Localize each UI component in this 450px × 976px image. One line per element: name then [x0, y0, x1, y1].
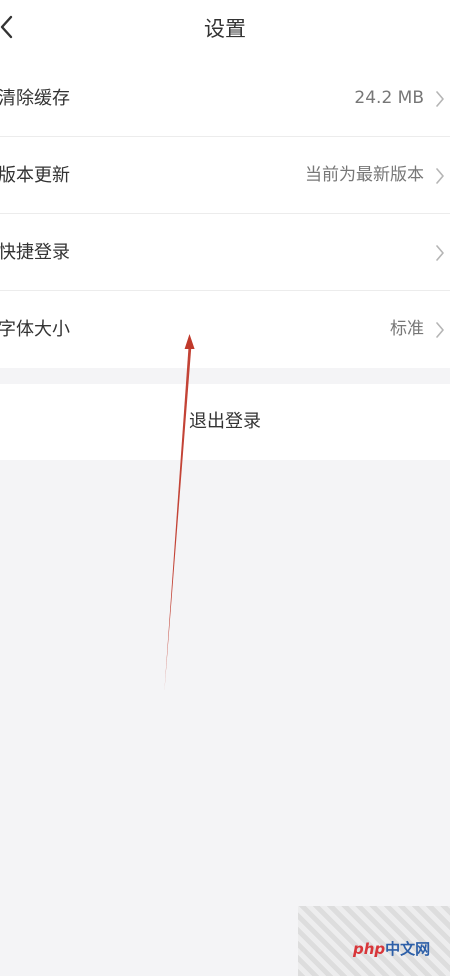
section-gap [0, 368, 450, 384]
font-size-row[interactable]: 字体大小 标准 [0, 291, 450, 368]
clear-cache-row[interactable]: 清除缓存 24.2 MB [0, 60, 450, 137]
chevron-right-icon [436, 245, 444, 261]
watermark-logo: php中文网 [353, 938, 430, 959]
top-bar: 设置 [0, 0, 450, 60]
logout-label: 退出登录 [189, 411, 261, 432]
version-update-row[interactable]: 版本更新 当前为最新版本 [0, 137, 450, 214]
row-label: 快捷登录 [0, 242, 70, 263]
quick-login-row[interactable]: 快捷登录 [0, 214, 450, 291]
version-status-value: 当前为最新版本 [305, 165, 424, 185]
chevron-right-icon [436, 322, 444, 338]
chevron-right-icon [436, 91, 444, 107]
chevron-right-icon [436, 168, 444, 184]
logout-button[interactable]: 退出登录 [0, 384, 450, 460]
page-title: 设置 [204, 17, 246, 41]
row-label: 版本更新 [0, 165, 70, 186]
row-label: 字体大小 [0, 319, 70, 340]
watermark-brand: php [353, 940, 386, 958]
cache-size-value: 24.2 MB [354, 88, 424, 108]
font-size-value: 标准 [390, 319, 424, 339]
row-label: 清除缓存 [0, 88, 70, 109]
settings-list: 清除缓存 24.2 MB 版本更新 当前为最新版本 快捷登录 字体大小 标准 [0, 60, 450, 368]
watermark-site: 中文网 [385, 940, 431, 958]
